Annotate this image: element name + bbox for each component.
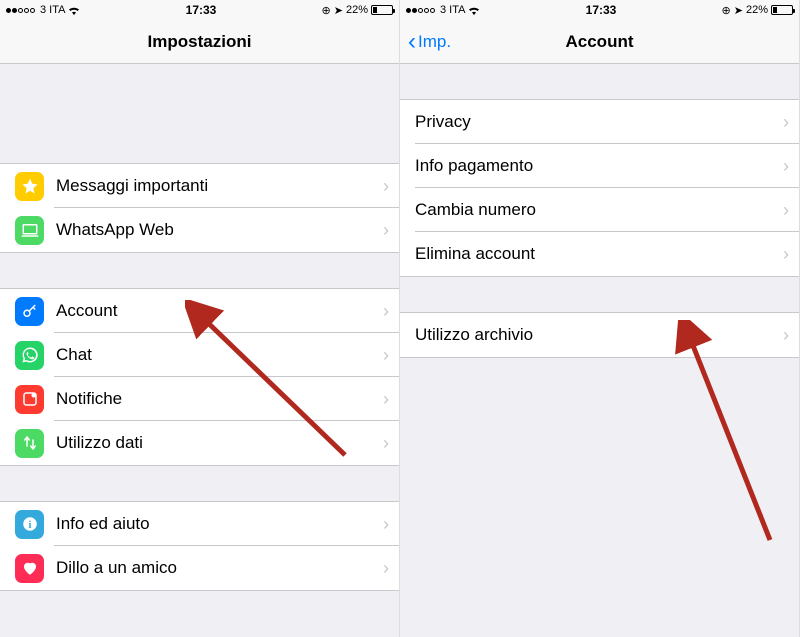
chevron-right-icon: › bbox=[783, 156, 789, 177]
carrier-label: 3 ITA bbox=[40, 4, 65, 16]
chevron-right-icon: › bbox=[383, 345, 389, 366]
account-content: Privacy › Info pagamento › Cambia numero… bbox=[400, 64, 799, 637]
settings-content: Messaggi importanti › WhatsApp Web › Acc… bbox=[0, 64, 399, 637]
heart-icon bbox=[15, 554, 44, 583]
chevron-right-icon: › bbox=[783, 200, 789, 221]
row-utilizzo-dati[interactable]: Utilizzo dati › bbox=[0, 421, 399, 465]
row-dillo-amico[interactable]: Dillo a un amico › bbox=[0, 546, 399, 590]
back-label: Imp. bbox=[418, 32, 451, 52]
signal-dots bbox=[406, 8, 435, 13]
row-label: Chat bbox=[56, 345, 383, 365]
row-utilizzo-archivio[interactable]: Utilizzo archivio › bbox=[400, 313, 799, 357]
carrier-label: 3 ITA bbox=[440, 4, 465, 16]
settings-screen: 3 ITA 17:33 ⊕ ➤ 22% Impostazioni Messagg… bbox=[0, 0, 400, 637]
account-section-2: Utilizzo archivio › bbox=[400, 312, 799, 358]
chevron-right-icon: › bbox=[783, 325, 789, 346]
account-section-1: Privacy › Info pagamento › Cambia numero… bbox=[400, 99, 799, 277]
key-icon bbox=[15, 297, 44, 326]
row-messaggi-importanti[interactable]: Messaggi importanti › bbox=[0, 164, 399, 208]
chevron-right-icon: › bbox=[783, 244, 789, 265]
row-account[interactable]: Account › bbox=[0, 289, 399, 333]
row-label: Utilizzo archivio bbox=[415, 325, 783, 345]
row-cambia-numero[interactable]: Cambia numero › bbox=[400, 188, 799, 232]
row-label: Utilizzo dati bbox=[56, 433, 383, 453]
svg-text:i: i bbox=[28, 520, 31, 531]
location-icon: ➤ bbox=[734, 4, 743, 17]
settings-section-2: Account › Chat › Notifiche › bbox=[0, 288, 399, 466]
row-label: Privacy bbox=[415, 112, 783, 132]
chevron-right-icon: › bbox=[783, 112, 789, 133]
nav-bar: Impostazioni bbox=[0, 20, 399, 64]
settings-section-3: i Info ed aiuto › Dillo a un amico › bbox=[0, 501, 399, 591]
row-info-aiuto[interactable]: i Info ed aiuto › bbox=[0, 502, 399, 546]
row-label: Dillo a un amico bbox=[56, 558, 383, 578]
row-info-pagamento[interactable]: Info pagamento › bbox=[400, 144, 799, 188]
chevron-right-icon: › bbox=[383, 514, 389, 535]
location-icon: ➤ bbox=[334, 4, 343, 17]
row-elimina-account[interactable]: Elimina account › bbox=[400, 232, 799, 276]
chevron-right-icon: › bbox=[383, 176, 389, 197]
notification-icon bbox=[15, 385, 44, 414]
battery-icon bbox=[371, 5, 393, 15]
row-label: Account bbox=[56, 301, 383, 321]
row-label: Notifiche bbox=[56, 389, 383, 409]
star-icon bbox=[15, 172, 44, 201]
chevron-right-icon: › bbox=[383, 220, 389, 241]
row-privacy[interactable]: Privacy › bbox=[400, 100, 799, 144]
row-notifiche[interactable]: Notifiche › bbox=[0, 377, 399, 421]
data-icon bbox=[15, 429, 44, 458]
row-label: Elimina account bbox=[415, 244, 783, 264]
chevron-right-icon: › bbox=[383, 558, 389, 579]
alarm-icon: ⊕ bbox=[722, 4, 731, 17]
laptop-icon bbox=[15, 216, 44, 245]
settings-section-1: Messaggi importanti › WhatsApp Web › bbox=[0, 163, 399, 253]
status-bar: 3 ITA 17:33 ⊕ ➤ 22% bbox=[0, 0, 399, 20]
chevron-right-icon: › bbox=[383, 389, 389, 410]
battery-icon bbox=[771, 5, 793, 15]
alarm-icon: ⊕ bbox=[322, 4, 331, 17]
status-time: 17:33 bbox=[586, 3, 617, 17]
row-label: Info ed aiuto bbox=[56, 514, 383, 534]
status-time: 17:33 bbox=[186, 3, 217, 17]
nav-bar: ‹ Imp. Account bbox=[400, 20, 799, 64]
battery-pct: 22% bbox=[746, 4, 768, 16]
battery-pct: 22% bbox=[346, 4, 368, 16]
chevron-right-icon: › bbox=[383, 433, 389, 454]
wifi-icon bbox=[68, 6, 80, 15]
account-screen: 3 ITA 17:33 ⊕ ➤ 22% ‹ Imp. Account Priva… bbox=[400, 0, 800, 637]
wifi-icon bbox=[468, 6, 480, 15]
page-title: Impostazioni bbox=[148, 32, 252, 52]
whatsapp-icon bbox=[15, 341, 44, 370]
row-label: Cambia numero bbox=[415, 200, 783, 220]
chevron-right-icon: › bbox=[383, 301, 389, 322]
row-label: Messaggi importanti bbox=[56, 176, 383, 196]
chevron-left-icon: ‹ bbox=[408, 30, 416, 54]
page-title: Account bbox=[566, 32, 634, 52]
row-label: Info pagamento bbox=[415, 156, 783, 176]
back-button[interactable]: ‹ Imp. bbox=[408, 20, 451, 63]
row-whatsapp-web[interactable]: WhatsApp Web › bbox=[0, 208, 399, 252]
signal-dots bbox=[6, 8, 35, 13]
row-label: WhatsApp Web bbox=[56, 220, 383, 240]
row-chat[interactable]: Chat › bbox=[0, 333, 399, 377]
status-bar: 3 ITA 17:33 ⊕ ➤ 22% bbox=[400, 0, 799, 20]
info-icon: i bbox=[15, 510, 44, 539]
